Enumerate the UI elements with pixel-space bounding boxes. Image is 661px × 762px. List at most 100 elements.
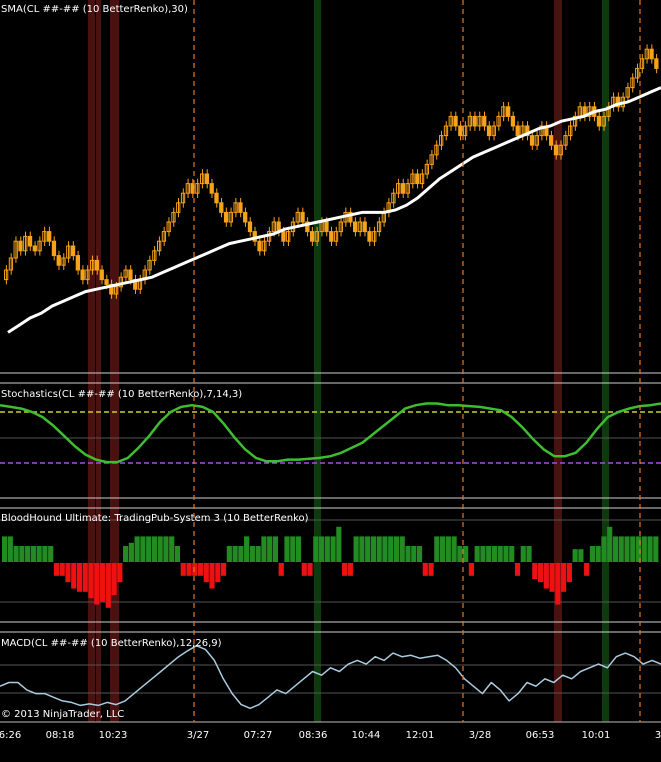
histogram-bar-down [561,563,567,592]
histogram-bar-down [186,563,192,576]
histogram-bar-up [416,546,423,562]
candle [104,279,109,285]
histogram-bar-up [365,536,371,562]
histogram-bar-up [491,546,498,562]
x-tick-label: 07:27 [243,730,273,741]
price-panel-title: SMA(CL ##-## (10 BetterRenko),30) [1,4,188,15]
x-tick-label: 3/27 [186,730,210,741]
histogram-bar-up [376,536,382,562]
candle [243,211,248,223]
candle [367,231,372,242]
histogram-bar-down [543,563,549,589]
red-band [554,0,562,722]
histogram-bar-down [566,563,572,583]
histogram-bar-down [468,563,474,576]
histogram-bar-up [284,536,290,562]
x-tick-label: 3/28 [468,730,492,741]
x-tick-label: 3 [654,730,661,741]
red-band [88,0,95,722]
histogram-bar-up [411,546,417,562]
histogram-bar-down [88,563,94,599]
candle [529,135,535,146]
candle [27,235,33,247]
chart-window: SMA(CL ##-## (10 BetterRenko),30) Stocha… [0,0,661,762]
histogram-bar-down [555,563,561,605]
histogram-bar-down [65,563,71,583]
candle [70,245,76,257]
histogram-bar-up [624,536,630,562]
histogram-bar-down [342,563,348,576]
x-tick-label: 10:23 [98,730,128,741]
histogram-bar-down [584,563,590,576]
candle [506,106,511,117]
histogram-bar-up [445,536,451,562]
histogram-bar-up [313,536,319,562]
red-band [110,0,119,722]
histogram-bar-up [578,549,584,562]
histogram-bar-up [641,536,647,562]
histogram-bar-up [612,536,619,562]
histogram-bar-up [13,546,19,562]
histogram-bar-up [169,536,175,562]
histogram-bar-up [157,536,163,562]
histogram-bar-up [30,546,36,562]
candle [214,192,219,204]
histogram-bar-down [532,563,538,579]
histogram-bar-up [19,546,25,562]
sma-line [7,86,661,334]
histogram-bar-up [318,536,325,562]
histogram-bar-up [509,546,515,562]
histogram-bar-up [7,536,13,562]
histogram-bar-down [197,563,204,576]
histogram-bar-up [630,536,636,562]
candle [458,125,463,137]
candle [128,269,133,281]
macd-panel-title: MACD(CL ##-## (10 BetterRenko),12,26,9) [1,638,222,649]
histogram-bar-up [134,536,140,562]
histogram-bar-up [486,546,492,562]
histogram-bar-up [503,546,509,562]
histogram-bar-down [549,563,555,592]
candle [515,125,520,137]
histogram-bar-down [537,563,544,583]
candle [362,221,367,233]
bloodhound-panel-title: BloodHound Ultimate: TradingPub-System 3… [1,513,309,524]
x-tick-label: 08:18 [45,730,75,741]
candle [47,231,52,242]
histogram-bar-up [463,546,469,562]
histogram-bar-up [36,546,42,562]
candle [649,48,654,60]
candle [94,259,100,271]
histogram-bar-up [520,546,526,562]
histogram-bar-down [76,563,83,592]
candle [400,183,406,194]
histogram-bar-up [163,536,169,562]
histogram-bar-up [42,546,48,562]
histogram-bar-down [59,563,65,576]
histogram-bar-up [48,546,54,562]
histogram-bar-up [267,536,273,562]
histogram-bar-up [399,536,405,562]
histogram-bar-up [123,546,129,562]
histogram-bar-up [440,536,446,562]
x-tick-label: 06:53 [525,730,555,741]
histogram-bar-up [255,546,261,562]
histogram-bar-down [347,563,353,576]
histogram-bar-up [238,546,244,562]
histogram-bar-down [192,563,198,576]
histogram-bar-down [105,563,111,608]
histogram-bar-up [526,546,532,562]
candle [353,221,358,233]
histogram-bar-up [607,526,613,562]
histogram-bar-up [370,536,377,562]
histogram-bar-down [428,563,434,576]
candle [549,135,554,146]
histogram-bar-up [226,546,232,562]
histogram-bar-up [474,546,480,562]
candle [596,115,602,127]
histogram-bar-down [99,563,106,602]
histogram-bar-down [215,563,221,583]
histogram-bar-up [393,536,400,562]
candle [553,144,559,156]
candle [18,240,23,252]
